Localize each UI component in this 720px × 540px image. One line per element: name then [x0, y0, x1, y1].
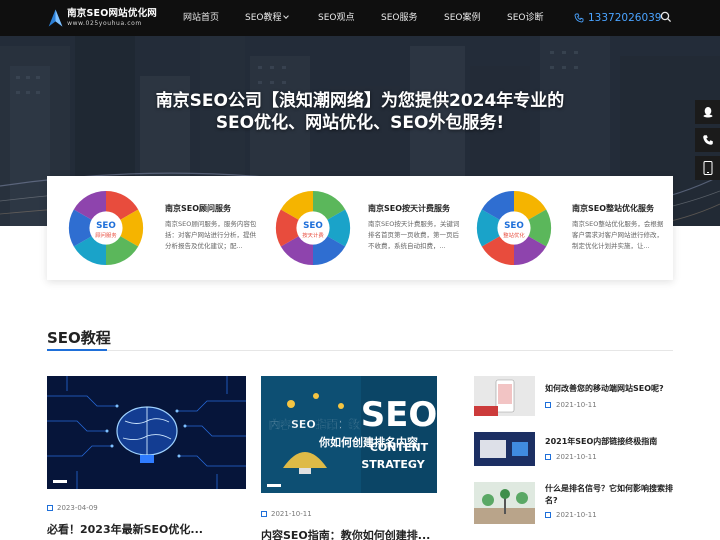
featured-date: 2021-10-11 [261, 510, 312, 518]
service-card[interactable]: SEO 顾问服务 南京SEO顾问服务 南京SEO顾问服务，服务内容包括：对客户网… [47, 176, 256, 280]
list-item-title[interactable]: 什么是排名信号？它如何影响搜索排名? [545, 483, 673, 507]
phone-icon [574, 13, 584, 23]
nav-services[interactable]: SEO服务 [381, 0, 417, 36]
calendar-icon [47, 505, 53, 511]
service-title[interactable]: 南京SEO按天计费服务 [368, 203, 450, 214]
service-card[interactable]: SEO 按天计费 南京SEO按天计费服务 南京SEO按天计费服务，关键词排名首页… [256, 176, 465, 280]
nav-cases[interactable]: SEO案例 [444, 0, 480, 36]
logo-mark-icon [48, 9, 63, 27]
phone-button[interactable] [695, 128, 720, 152]
nav-home[interactable]: 网站首页 [183, 0, 219, 36]
service-wheel-graphic: SEO 整站优化 [476, 190, 552, 266]
list-item-date: 2021-10-11 [545, 453, 597, 461]
logo-url: www.025youhua.com [67, 20, 142, 28]
service-wheel-graphic: SEO 按天计费 [275, 190, 351, 266]
section-divider [47, 350, 673, 351]
service-wheel-graphic: SEO 顾问服务 [68, 190, 144, 266]
list-thumb-links[interactable] [474, 432, 535, 466]
image-small-text2: STRATEGY [361, 458, 425, 471]
phone-link[interactable]: 13372026039 [574, 0, 662, 36]
list-item-date: 2021-10-11 [545, 511, 597, 519]
service-desc: 南京SEO按天计费服务，关键词排名首页第一页收费，第一页后不收费，系统自动扣费，… [368, 220, 460, 250]
service-title[interactable]: 南京SEO顾问服务 [165, 203, 231, 214]
nav-tutorials[interactable]: SEO教程 [245, 0, 290, 36]
service-desc: 南京SEO顾问服务，服务内容包括：对客户网站进行分析，提供分析报告及优化建议；配… [165, 220, 257, 250]
list-thumb-signals[interactable] [474, 482, 535, 524]
nav-diagnosis[interactable]: SEO诊断 [507, 0, 543, 36]
wheel-sub-label: 整站优化 [503, 231, 525, 239]
logo-title: 南京SEO网站优化网 [67, 7, 157, 19]
top-header: 南京SEO网站优化网 www.025youhua.com 网站首页 SEO教程 … [0, 0, 720, 36]
hero-headline-line2: SEO优化、网站优化、SEO外包服务! [215, 113, 505, 133]
nav-tutorials-label: SEO教程 [245, 13, 282, 23]
wheel-sub-label: 按天计费 [302, 231, 324, 239]
section-title: SEO教程 [47, 329, 111, 347]
nav-views[interactable]: SEO观点 [318, 0, 354, 36]
list-item-title[interactable]: 如何改善您的移动端网站SEO呢? [545, 383, 673, 395]
wheel-center-label: SEO [504, 221, 524, 231]
qq-button[interactable] [695, 100, 720, 124]
wheel-center-label: SEO [303, 221, 323, 231]
featured-image-content-seo[interactable]: SEO CONTENT STRATEGY 内容SEO指南：教 你如何创建排名内容 [261, 376, 437, 493]
list-thumb-mobile[interactable] [474, 376, 535, 416]
image-big-text: SEO [361, 395, 437, 435]
featured-title[interactable]: 内容SEO指南：教你如何创建排... [261, 527, 430, 540]
service-desc: 南京SEO整站优化服务，会根据客户需求对客户网站进行修改，制定优化计划并实施，让… [572, 220, 664, 250]
services-panel: SEO 顾问服务 南京SEO顾问服务 南京SEO顾问服务，服务内容包括：对客户网… [47, 176, 673, 280]
list-item-title[interactable]: 2021年SEO内部链接终极指南 [545, 436, 673, 448]
mobile-icon [703, 161, 712, 175]
wheel-sub-label: 顾问服务 [95, 231, 117, 239]
wheel-center-label: SEO [96, 221, 116, 231]
image-overlay-text1: 内容SEO指南：教 [269, 417, 361, 431]
phone-icon [702, 135, 713, 145]
list-item-date: 2021-10-11 [545, 401, 597, 409]
calendar-icon [545, 454, 551, 460]
floating-toolbar [695, 100, 720, 184]
service-title[interactable]: 南京SEO整站优化服务 [572, 203, 654, 214]
calendar-icon [261, 511, 267, 517]
featured-image-ai-brain[interactable] [47, 376, 246, 489]
site-logo[interactable]: 南京SEO网站优化网 www.025youhua.com [47, 5, 157, 31]
section-divider-accent [47, 349, 107, 351]
image-overlay-text2: 你如何创建排名内容 [318, 435, 418, 449]
service-card[interactable]: SEO 整站优化 南京SEO整站优化服务 南京SEO整站优化服务，会根据客户需求… [465, 176, 673, 280]
qq-icon [703, 107, 712, 118]
mobile-button[interactable] [695, 156, 720, 180]
search-icon[interactable] [660, 11, 672, 23]
calendar-icon [545, 402, 551, 408]
featured-date: 2023-04-09 [47, 504, 98, 512]
chevron-down-icon [283, 13, 290, 19]
phone-number: 13372026039 [588, 12, 662, 24]
featured-title[interactable]: 必看！2023年最新SEO优化... [47, 521, 203, 537]
calendar-icon [545, 512, 551, 518]
